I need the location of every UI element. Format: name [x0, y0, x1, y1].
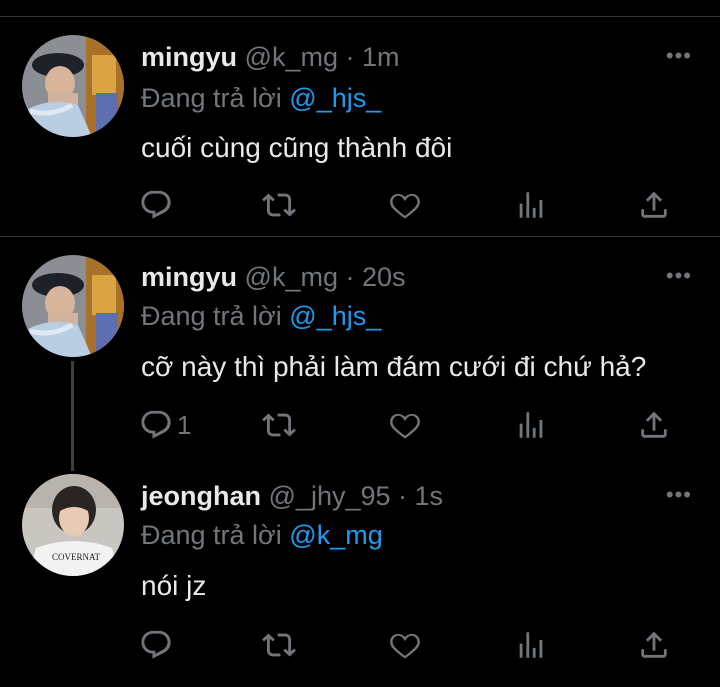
- reply-handle-link[interactable]: @k_mg: [289, 520, 382, 550]
- author-name[interactable]: mingyu: [141, 262, 237, 292]
- views-icon: [514, 188, 548, 222]
- author-name[interactable]: jeonghan: [141, 481, 261, 511]
- avatar[interactable]: [22, 255, 124, 357]
- reply-button[interactable]: 1: [139, 405, 191, 445]
- like-icon: [388, 408, 422, 442]
- action-bar: [0, 185, 720, 225]
- share-icon: [637, 628, 671, 662]
- svg-text:COVERNAT: COVERNAT: [52, 552, 101, 562]
- tweet-text: cỡ này thì phải làm đám cưới đi chứ hả?: [141, 351, 647, 382]
- views-icon: [514, 408, 548, 442]
- reply-prefix: Đang trả lời: [141, 83, 282, 113]
- avatar-image-icon: COVERNAT: [22, 474, 124, 576]
- author-handle[interactable]: @k_mg: [245, 42, 338, 72]
- more-icon[interactable]: •••: [666, 263, 692, 289]
- views-button[interactable]: [514, 185, 548, 225]
- like-button[interactable]: [388, 405, 422, 445]
- timestamp[interactable]: · 1s: [398, 481, 443, 511]
- tweet-header: mingyu @k_mg · 1m: [141, 42, 399, 73]
- tweet[interactable]: mingyu @k_mg · 1m ••• Đang trả lời @_hjs…: [0, 17, 720, 235]
- tweet-text: nói jz: [141, 570, 207, 601]
- author-name[interactable]: mingyu: [141, 42, 237, 72]
- reply-handle-link[interactable]: @_hjs_: [289, 83, 381, 113]
- reply-icon: [139, 408, 173, 442]
- reply-button[interactable]: [139, 625, 177, 665]
- tweet-text: cuối cùng cũng thành đôi: [141, 132, 453, 163]
- avatar[interactable]: [22, 35, 124, 137]
- tweet-header: jeonghan @_jhy_95 · 1s: [141, 481, 443, 512]
- views-button[interactable]: [514, 625, 548, 665]
- views-icon: [514, 628, 548, 662]
- avatar[interactable]: COVERNAT: [22, 474, 124, 576]
- retweet-button[interactable]: [262, 405, 296, 445]
- action-bar: 1: [0, 405, 720, 445]
- share-button[interactable]: [637, 405, 671, 445]
- reply-context: Đang trả lời @k_mg: [141, 520, 383, 551]
- reply-button[interactable]: [139, 185, 177, 225]
- tweet-header: mingyu @k_mg · 20s: [141, 262, 406, 293]
- avatar-image-icon: [22, 35, 124, 137]
- reply-icon: [139, 188, 173, 222]
- like-icon: [388, 628, 422, 662]
- share-icon: [637, 408, 671, 442]
- reply-prefix: Đang trả lời: [141, 301, 282, 331]
- retweet-button[interactable]: [262, 625, 296, 665]
- like-button[interactable]: [388, 625, 422, 665]
- share-button[interactable]: [637, 625, 671, 665]
- views-button[interactable]: [514, 405, 548, 445]
- reply-context: Đang trả lời @_hjs_: [141, 83, 381, 114]
- tweet[interactable]: COVERNAT jeonghan @_jhy_95 · 1s ••• Đang…: [0, 467, 720, 687]
- share-icon: [637, 188, 671, 222]
- timestamp[interactable]: · 1m: [345, 42, 399, 72]
- reply-count: 1: [177, 409, 192, 440]
- avatar-image-icon: [22, 255, 124, 357]
- author-handle[interactable]: @_jhy_95: [269, 481, 391, 511]
- author-handle[interactable]: @k_mg: [245, 262, 338, 292]
- tweet[interactable]: mingyu @k_mg · 20s ••• Đang trả lời @_hj…: [0, 237, 720, 471]
- reply-handle-link[interactable]: @_hjs_: [289, 301, 381, 331]
- reply-icon: [139, 628, 173, 662]
- more-icon[interactable]: •••: [666, 43, 692, 69]
- retweet-icon: [262, 408, 296, 442]
- like-icon: [388, 188, 422, 222]
- retweet-icon: [262, 188, 296, 222]
- more-icon[interactable]: •••: [666, 482, 692, 508]
- like-button[interactable]: [388, 185, 422, 225]
- timestamp[interactable]: · 20s: [345, 262, 405, 292]
- reply-context: Đang trả lời @_hjs_: [141, 301, 381, 332]
- retweet-icon: [262, 628, 296, 662]
- action-bar: [0, 625, 720, 665]
- retweet-button[interactable]: [262, 185, 296, 225]
- reply-prefix: Đang trả lời: [141, 520, 282, 550]
- share-button[interactable]: [637, 185, 671, 225]
